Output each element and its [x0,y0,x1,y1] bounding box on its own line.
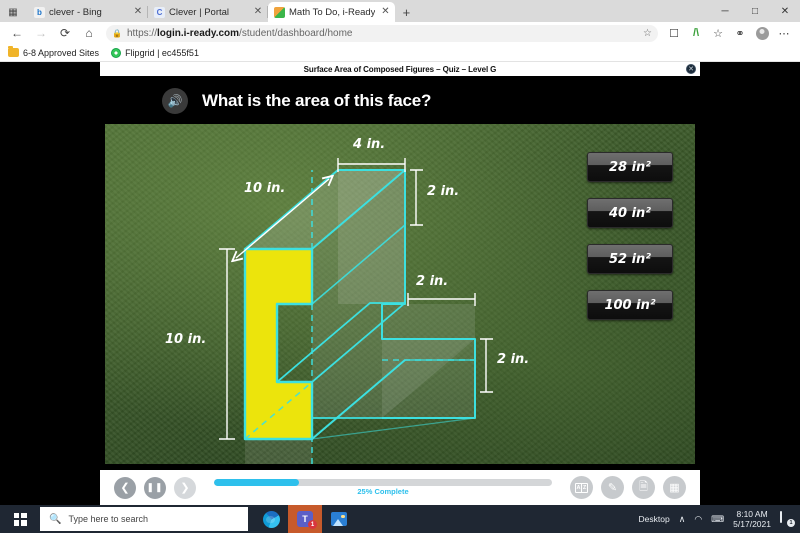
minimize-button[interactable]: ─ [710,0,740,22]
answer-option-2[interactable]: 52 in² [587,244,673,274]
browser-tab-1[interactable]: C Clever | Portal ✕ [148,2,268,22]
notification-badge: 1 [787,519,795,527]
calculator-tool-icon[interactable]: ▦ [663,476,686,499]
next-question-button[interactable]: ❯ [174,476,196,499]
desktop-label[interactable]: Desktop [639,514,670,524]
pause-button[interactable]: ❚❚ [144,476,166,499]
answer-option-0[interactable]: 28 in² [587,152,673,182]
lock-icon: 🔒 [112,28,122,38]
address-bar[interactable]: 🔒 https://login.i-ready.com/student/dash… [106,24,658,42]
notepad-tool-icon[interactable]: 🗎 [632,476,655,499]
edge-icon [262,510,280,528]
maximize-button[interactable]: □ [740,0,770,22]
windows-logo-icon [13,512,27,526]
tab-actions-icon[interactable]: ▦ [2,2,24,22]
address-bar-url: https://login.i-ready.com/student/dashbo… [126,27,353,39]
dimension-label-upper-height: 2 in. [427,184,460,199]
wifi-icon[interactable]: ◠ [694,514,702,525]
answer-choices: 28 in² 40 in² 52 in² 100 in² [587,152,673,320]
bookmark-label: Flipgrid | ec455f51 [125,47,199,58]
bookmarks-bar: 6-8 Approved Sites Flipgrid | ec455f51 [0,44,800,62]
new-tab-button[interactable]: + [395,2,417,22]
math-solver-icon[interactable]: /\ [686,23,706,43]
browser-tab-label: Clever | Portal [169,6,230,18]
notification-center-icon[interactable]: 1 [780,511,795,527]
quiz-bottom-bar: ❮ ❚❚ ❯ 25% Complete AZ ✎ 🗎 ▦ [100,470,700,505]
flipgrid-icon [111,47,122,58]
bing-icon: b [34,6,45,18]
answer-option-3[interactable]: 100 in² [587,290,673,320]
windows-taskbar: 🔍 Type here to search T 1 Desktop ∧ ◠ ⌨ … [0,505,800,533]
collections-icon[interactable]: ☐ [664,23,684,43]
previous-question-button[interactable]: ❮ [114,476,136,499]
clever-icon: C [154,6,165,18]
dimension-label-left-height: 10 in. [165,332,207,347]
question-row: 🔊 What is the area of this face? [0,76,800,124]
search-icon: 🔍 [49,513,62,525]
figure-stage: 4 in. 10 in. 2 in. 2 in. 2 in. 10 in. 28… [105,124,695,464]
search-placeholder: Type here to search [68,514,148,524]
speaker-icon[interactable]: 🔊 [162,88,188,114]
browser-tab-2[interactable]: Math To Do, i-Ready ✕ [268,2,396,22]
answer-option-1[interactable]: 40 in² [587,198,673,228]
show-hidden-icons-chevron[interactable]: ∧ [679,514,686,525]
search-input[interactable]: 🔍 Type here to search [40,507,248,531]
tab-strip: ▦ b clever - Bing ✕ C Clever | Portal ✕ … [0,0,800,22]
annotate-pencil-icon[interactable]: ✎ [601,476,624,499]
tab-close-icon[interactable]: ✕ [379,7,391,17]
keyboard-icon[interactable]: ⌨ [711,514,724,525]
teams-badge: 1 [308,520,317,529]
bookmark-approved-sites[interactable]: 6-8 Approved Sites [8,46,100,58]
dimension-label-notch-width: 2 in. [416,274,449,289]
system-tray: Desktop ∧ ◠ ⌨ 8:10 AM 5/17/2021 1 [639,509,800,529]
dimension-label-top-width: 4 in. [353,137,386,152]
back-icon[interactable]: ← [6,23,28,43]
quiz-title: Surface Area of Composed Figures – Quiz … [303,64,497,74]
browser-tab-0[interactable]: b clever - Bing ✕ [28,2,148,22]
progress-bar [214,479,552,486]
browser-tab-label: Math To Do, i-Ready [289,6,376,18]
clock[interactable]: 8:10 AM 5/17/2021 [733,509,771,529]
tab-close-icon[interactable]: ✕ [132,7,144,17]
navigation-bar: ← → ⟳ ⌂ 🔒 https://login.i-ready.com/stud… [0,22,800,44]
forward-icon[interactable]: → [30,23,52,43]
taskbar-app-edge[interactable] [254,505,288,533]
iready-quiz-content: Surface Area of Composed Figures – Quiz … [0,62,800,505]
progress-label: 25% Complete [357,487,409,496]
progress-bar-fill [214,479,299,486]
folder-icon [8,46,19,57]
bookmark-label: 6-8 Approved Sites [23,47,100,58]
quiz-close-icon[interactable]: ✕ [686,64,696,74]
favorites-icon[interactable]: ☆ [708,23,728,43]
taskbar-app-teams[interactable]: T 1 [288,505,322,533]
close-window-button[interactable]: ✕ [770,0,800,22]
add-favorite-icon[interactable]: ☆ [643,28,652,39]
tab-close-icon[interactable]: ✕ [252,7,264,17]
taskbar-app-photos[interactable] [322,505,356,533]
tool-buttons: AZ ✎ 🗎 ▦ [570,476,686,499]
quiz-title-bar: Surface Area of Composed Figures – Quiz … [100,62,700,76]
settings-more-icon[interactable]: ⋯ [774,23,794,43]
iready-cube-icon [274,6,285,18]
taskbar-apps: T 1 [254,505,356,533]
photos-icon [331,512,347,526]
browser-essentials-icon[interactable]: ⚭ [730,23,750,43]
edge-browser-window: ▦ b clever - Bing ✕ C Clever | Portal ✕ … [0,0,800,505]
home-icon[interactable]: ⌂ [78,23,100,43]
glossary-tool-icon[interactable]: AZ [570,476,593,499]
dimension-label-depth: 10 in. [244,181,286,196]
window-controls: ─ □ ✕ [710,0,800,22]
clock-time: 8:10 AM [736,508,768,519]
refresh-icon[interactable]: ⟳ [54,23,76,43]
profile-icon[interactable] [752,23,772,43]
dimension-label-lower-height: 2 in. [497,352,530,367]
browser-tab-label: clever - Bing [49,6,102,18]
progress-section: 25% Complete [214,479,552,496]
start-button[interactable] [0,505,40,533]
clock-date: 5/17/2021 [733,519,771,529]
bookmark-flipgrid[interactable]: Flipgrid | ec455f51 [111,47,199,58]
screen: ▦ b clever - Bing ✕ C Clever | Portal ✕ … [0,0,800,533]
question-text: What is the area of this face? [202,91,432,110]
